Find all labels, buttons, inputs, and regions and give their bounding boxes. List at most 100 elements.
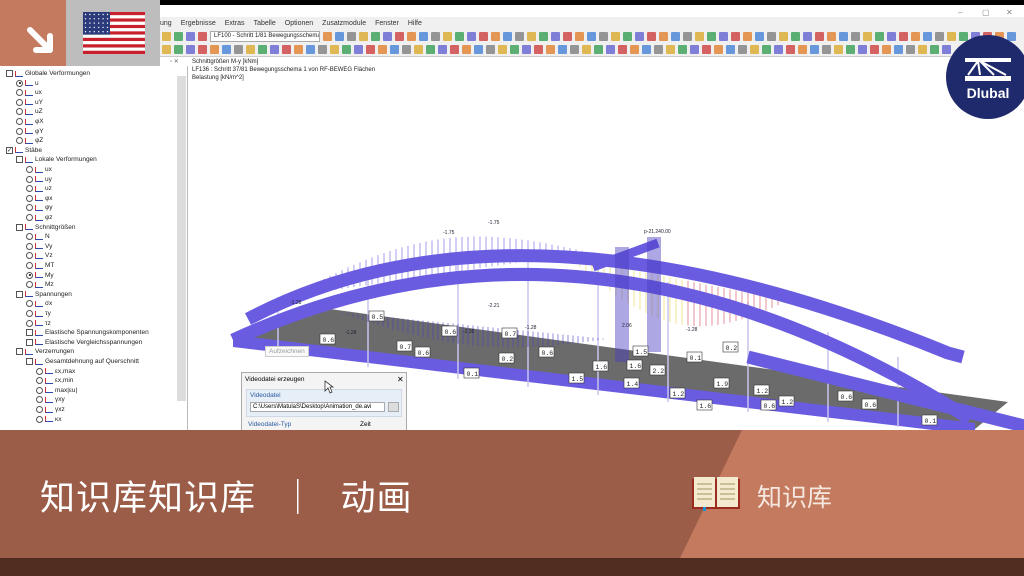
toolbar-button-icon[interactable] — [258, 45, 267, 54]
menu-item[interactable]: Tabelle — [254, 20, 276, 27]
radio-button[interactable] — [26, 252, 33, 260]
toolbar-button-icon[interactable] — [407, 31, 416, 41]
radio-button[interactable] — [26, 194, 33, 202]
radio-button[interactable] — [26, 262, 33, 269]
toolbar-button-icon[interactable] — [803, 31, 812, 41]
menu-item[interactable]: Optionen — [285, 20, 313, 27]
radio-button[interactable] — [36, 406, 43, 413]
tree-item[interactable]: ux — [16, 88, 42, 97]
toolbar-button-icon[interactable] — [366, 45, 375, 54]
toolbar-button-icon[interactable] — [870, 45, 879, 54]
toolbar-button-icon[interactable] — [450, 45, 459, 54]
tree-item[interactable]: uY — [16, 98, 43, 107]
toolbar-button-icon[interactable] — [863, 31, 872, 41]
close-button[interactable]: ✕ — [1006, 8, 1013, 17]
toolbar-button-icon[interactable] — [791, 31, 800, 41]
menu-item[interactable]: Ergebnisse — [181, 20, 216, 27]
toolbar-button-icon[interactable] — [714, 45, 723, 54]
tree-item[interactable]: φy — [26, 203, 52, 212]
toolbar-button-icon[interactable] — [510, 45, 519, 54]
tree-item[interactable]: γxy — [36, 395, 65, 404]
radio-button[interactable] — [26, 166, 33, 173]
checkbox[interactable] — [6, 70, 13, 77]
radio-button[interactable] — [36, 377, 43, 385]
toolbar-button-icon[interactable] — [882, 45, 891, 54]
toolbar-button-icon[interactable] — [431, 31, 440, 41]
toolbar-button-icon[interactable] — [234, 45, 243, 54]
toolbar-button-icon[interactable] — [443, 31, 452, 41]
toolbar-button-icon[interactable] — [222, 45, 231, 54]
checkbox[interactable]: ✓ — [6, 146, 13, 154]
toolbar-button-icon[interactable] — [750, 45, 759, 54]
toolbar-button-icon[interactable] — [354, 45, 363, 54]
toolbar-button-icon[interactable] — [539, 31, 548, 41]
toolbar-button-icon[interactable] — [282, 45, 291, 54]
toolbar-button-icon[interactable] — [467, 31, 476, 41]
toolbar-button-icon[interactable] — [606, 45, 615, 54]
toolbar-button-icon[interactable] — [930, 45, 939, 54]
toolbar-button-icon[interactable] — [858, 45, 867, 54]
menu-item[interactable]: Zusatzmodule — [322, 20, 366, 27]
toolbar-button-icon[interactable] — [491, 31, 500, 41]
radio-button[interactable] — [16, 79, 23, 87]
toolbar-button-icon[interactable] — [174, 45, 183, 54]
tree-item[interactable]: max|εu| — [36, 386, 77, 395]
toolbar-button-icon[interactable] — [774, 45, 783, 54]
minimize-button[interactable]: – — [958, 8, 962, 17]
toolbar-button-icon[interactable] — [210, 45, 219, 54]
toolbar-button-icon[interactable] — [186, 31, 195, 41]
toolbar-button-icon[interactable] — [743, 31, 752, 41]
radio-button[interactable] — [16, 127, 23, 135]
radio-button[interactable] — [36, 367, 43, 375]
toolbar-button-icon[interactable] — [683, 31, 692, 41]
toolbar-button-icon[interactable] — [731, 31, 740, 41]
toolbar-button-icon[interactable] — [198, 45, 207, 54]
toolbar-button-icon[interactable] — [654, 45, 663, 54]
radio-button[interactable] — [26, 319, 33, 327]
checkbox[interactable] — [26, 338, 33, 346]
radio-button[interactable] — [26, 271, 33, 279]
toolbar-button-icon[interactable] — [923, 31, 932, 41]
radio-button[interactable] — [16, 108, 23, 116]
menu-item[interactable]: ung — [160, 20, 172, 27]
toolbar-button-icon[interactable] — [894, 45, 903, 54]
toolbar-button-icon[interactable] — [246, 45, 255, 54]
toolbar-button-icon[interactable] — [419, 31, 428, 41]
tree-item[interactable]: σx — [26, 299, 52, 308]
toolbar-button-icon[interactable] — [846, 45, 855, 54]
toolbar-button-icon[interactable] — [666, 45, 675, 54]
toolbar-button-icon[interactable] — [630, 45, 639, 54]
toolbar-button-icon[interactable] — [719, 31, 728, 41]
toolbar-button-icon[interactable] — [414, 45, 423, 54]
toolbar-button-icon[interactable] — [779, 31, 788, 41]
radio-button[interactable] — [36, 386, 43, 394]
toolbar-button-icon[interactable] — [582, 45, 591, 54]
toolbar-button-icon[interactable] — [810, 45, 819, 54]
toolbar-button-icon[interactable] — [635, 31, 644, 41]
language-flag[interactable] — [66, 0, 160, 66]
tree-item[interactable]: Schnittgrößen — [16, 223, 75, 232]
tree-item[interactable]: Globale Verformungen — [6, 69, 90, 78]
radio-button[interactable] — [26, 214, 33, 221]
toolbar-button-icon[interactable] — [455, 31, 464, 41]
toolbar-button-icon[interactable] — [690, 45, 699, 54]
toolbar-button-icon[interactable] — [834, 45, 843, 54]
toolbar-button-icon[interactable] — [546, 45, 555, 54]
dialog-close-button[interactable]: ✕ — [397, 375, 404, 384]
tree-item[interactable]: Elastische Spannungskomponenten — [26, 328, 149, 337]
record-button[interactable]: Aufzeichnen — [265, 346, 309, 357]
toolbar-button-icon[interactable] — [726, 45, 735, 54]
tree-item[interactable]: τz — [26, 319, 51, 328]
radio-button[interactable] — [26, 233, 33, 241]
toolbar-button-icon[interactable] — [587, 31, 596, 41]
toolbar-button-icon[interactable] — [887, 31, 896, 41]
toolbar-button-icon[interactable] — [695, 31, 704, 41]
toolbar-button-icon[interactable] — [162, 31, 171, 41]
radio-button[interactable] — [26, 281, 33, 289]
toolbar-button-icon[interactable] — [270, 45, 279, 54]
tree-item[interactable]: Mz — [26, 280, 54, 289]
checkbox[interactable] — [26, 358, 33, 365]
radio-button[interactable] — [26, 175, 33, 183]
toolbar-button-icon[interactable] — [599, 31, 608, 41]
toolbar-button-icon[interactable] — [899, 31, 908, 41]
